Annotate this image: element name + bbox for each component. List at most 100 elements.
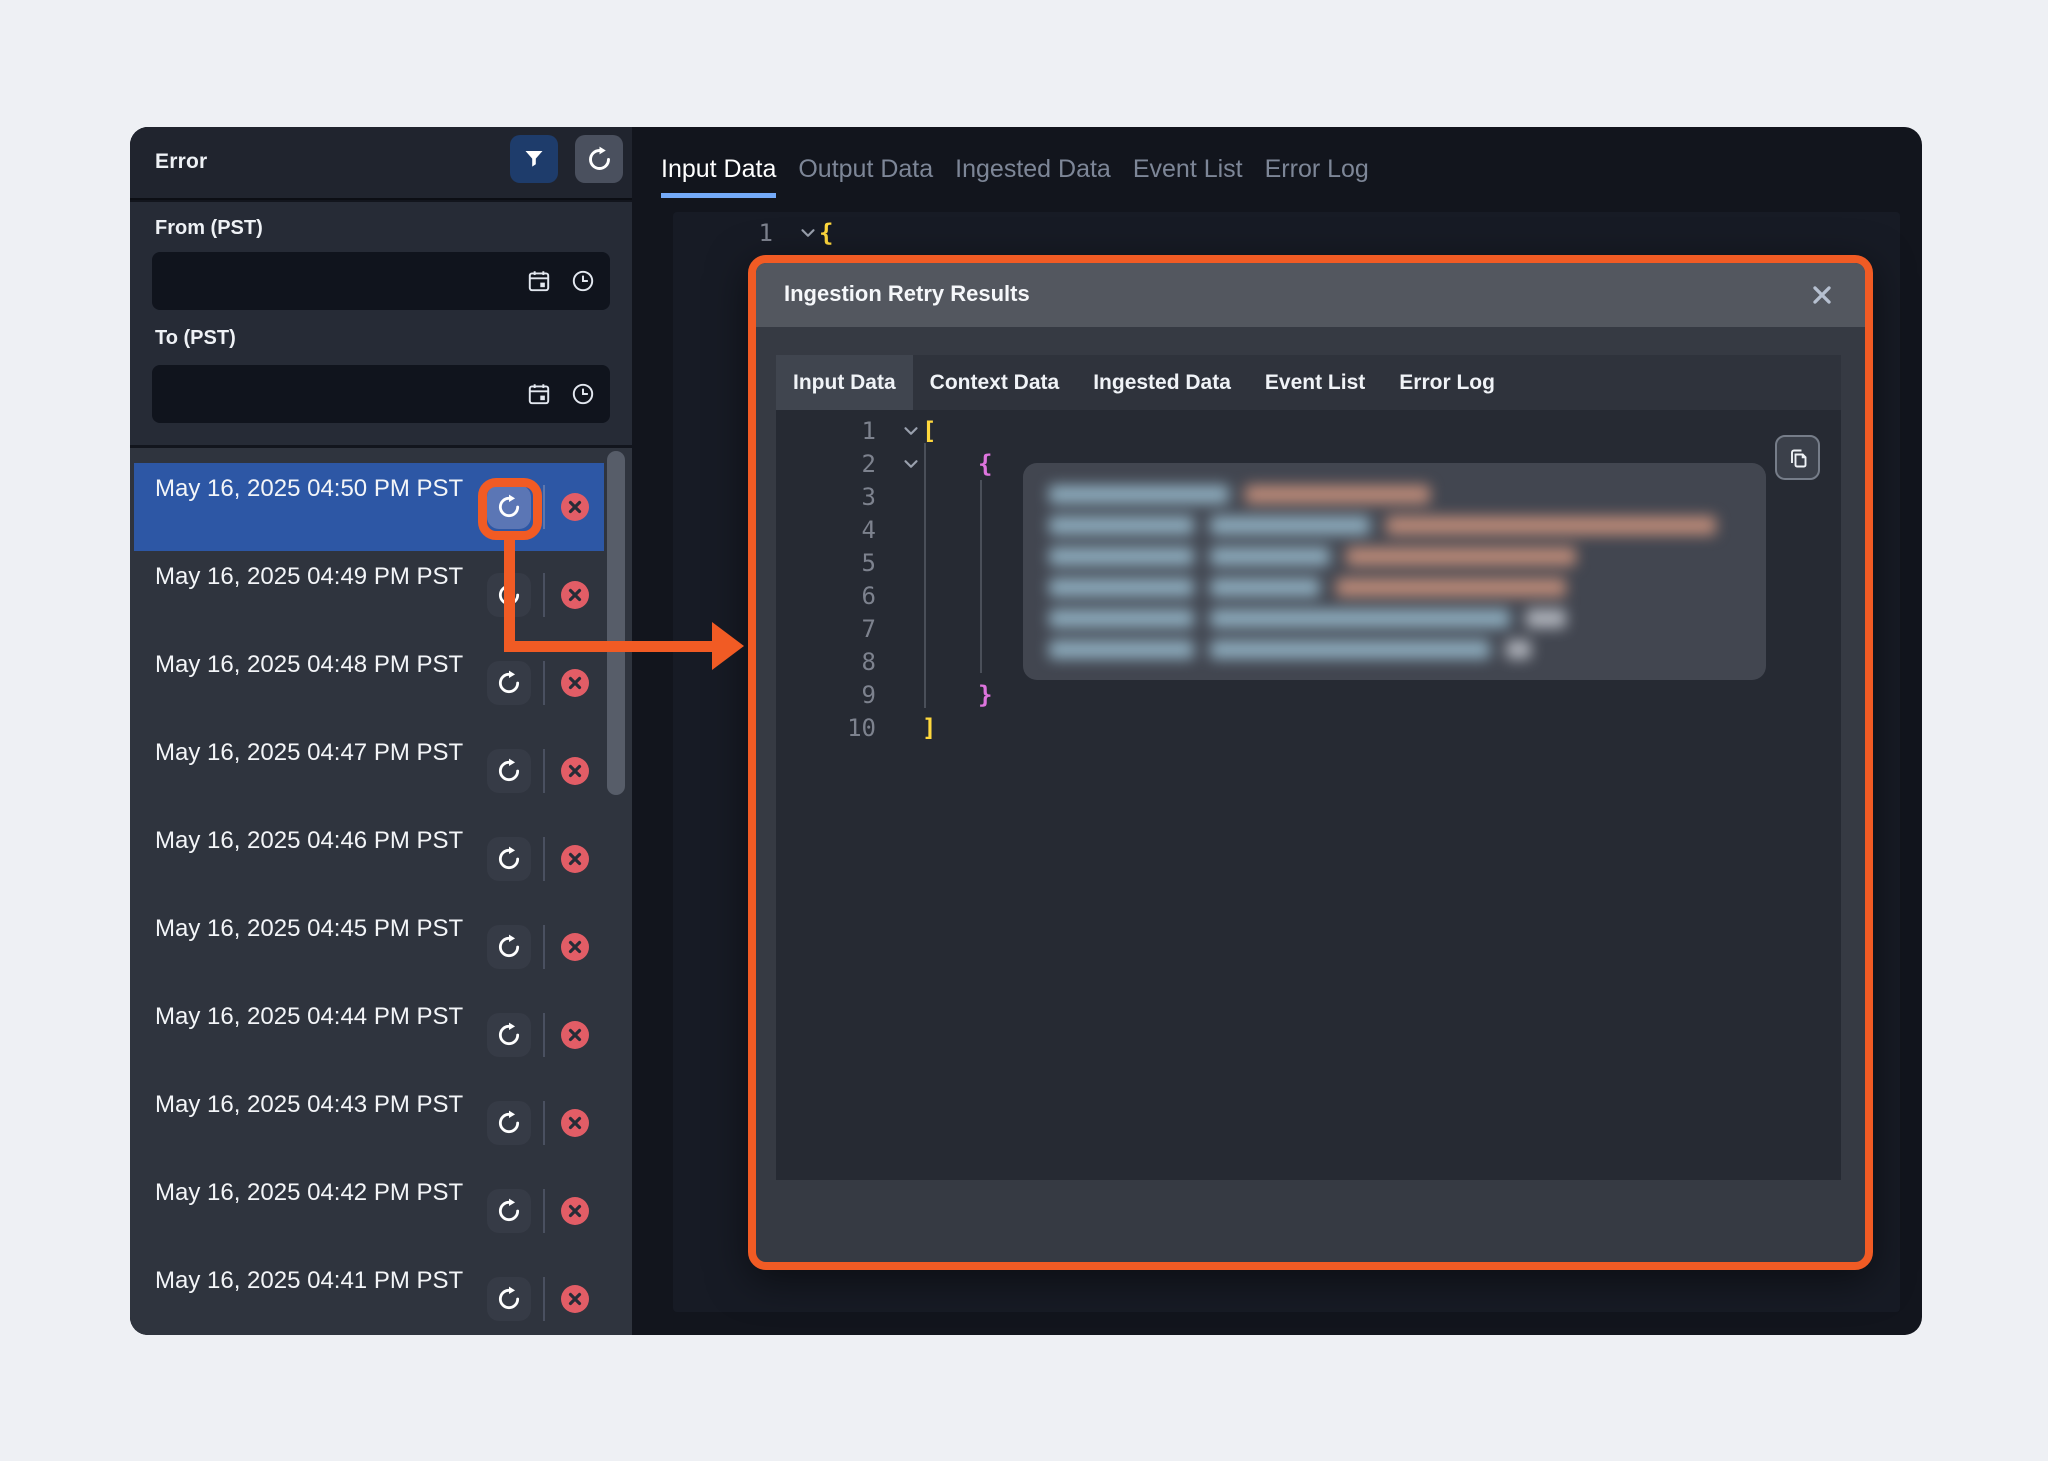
tab-input-data[interactable]: Input Data xyxy=(661,155,776,198)
line-number: 9 xyxy=(776,681,876,709)
chevron-down-icon[interactable] xyxy=(773,222,819,244)
button-separator xyxy=(543,1277,545,1321)
modal-tab-error-log[interactable]: Error Log xyxy=(1382,355,1512,410)
delete-button[interactable] xyxy=(561,933,589,961)
modal-tab-event-list[interactable]: Event List xyxy=(1248,355,1382,410)
delete-button[interactable] xyxy=(561,845,589,873)
copy-button[interactable] xyxy=(1775,435,1820,480)
timeline-item[interactable]: May 16, 2025 04:41 PM PST xyxy=(134,1255,604,1335)
tab-error-log[interactable]: Error Log xyxy=(1265,155,1369,198)
retry-button[interactable] xyxy=(487,837,531,881)
button-separator xyxy=(543,1013,545,1057)
timeline-item-timestamp: May 16, 2025 04:49 PM PST xyxy=(155,561,465,593)
timeline-item[interactable]: May 16, 2025 04:43 PM PST xyxy=(134,1079,604,1167)
timeline-item[interactable]: May 16, 2025 04:46 PM PST xyxy=(134,815,604,903)
line-number: 7 xyxy=(776,615,876,643)
redacted-text-bar xyxy=(1245,485,1430,504)
line-number: 8 xyxy=(776,648,876,676)
indent-guide xyxy=(980,480,982,673)
redacted-text-bar xyxy=(1210,578,1320,597)
date-filter-section: From (PST) xyxy=(130,202,632,445)
timeline-item[interactable]: May 16, 2025 04:42 PM PST xyxy=(134,1167,604,1255)
delete-button[interactable] xyxy=(561,1285,589,1313)
screenshot-canvas: Error From (PST) xyxy=(0,0,2048,1461)
chevron-down-icon[interactable] xyxy=(876,420,922,442)
timeline-item-timestamp: May 16, 2025 04:42 PM PST xyxy=(155,1177,465,1209)
redacted-line xyxy=(1049,640,1740,659)
delete-button[interactable] xyxy=(561,493,589,521)
modal-header: Ingestion Retry Results xyxy=(756,263,1865,327)
redacted-text-bar xyxy=(1049,485,1229,504)
delete-button[interactable] xyxy=(561,581,589,609)
sidebar-scrollbar-thumb[interactable] xyxy=(607,451,625,795)
retry-button[interactable] xyxy=(487,1013,531,1057)
line-number: 2 xyxy=(776,450,876,478)
main-tab-bar: Input Data Output Data Ingested Data Event … xyxy=(661,155,1369,198)
retry-icon xyxy=(496,846,522,872)
tab-output-data[interactable]: Output Data xyxy=(798,155,933,198)
code-line-1: 1[ xyxy=(776,414,1841,447)
filter-funnel-icon xyxy=(522,147,546,171)
x-circle-icon xyxy=(568,1028,582,1042)
timeline-item[interactable]: May 16, 2025 04:48 PM PST xyxy=(134,639,604,727)
modal-tab-context-data[interactable]: Context Data xyxy=(913,355,1077,410)
timeline-item-timestamp: May 16, 2025 04:47 PM PST xyxy=(155,737,465,769)
modal-close-button[interactable] xyxy=(1807,280,1837,310)
redacted-lines xyxy=(1049,485,1740,659)
redacted-content-block xyxy=(1023,463,1766,680)
retry-button[interactable] xyxy=(487,1277,531,1321)
timeline-item[interactable]: May 16, 2025 04:45 PM PST xyxy=(134,903,604,991)
modal-tab-input-data[interactable]: Input Data xyxy=(776,355,913,410)
retry-button[interactable] xyxy=(487,749,531,793)
from-label: From (PST) xyxy=(155,217,263,240)
close-icon xyxy=(1809,282,1835,308)
filter-button[interactable] xyxy=(510,135,558,183)
retry-button[interactable] xyxy=(487,661,531,705)
delete-button[interactable] xyxy=(561,1109,589,1137)
clock-icon[interactable] xyxy=(570,381,596,407)
redacted-line xyxy=(1049,485,1740,504)
to-label: To (PST) xyxy=(155,327,236,350)
delete-button[interactable] xyxy=(561,1197,589,1225)
retry-icon xyxy=(496,1198,522,1224)
code-line-9: 9} xyxy=(776,678,1841,711)
redacted-line xyxy=(1049,547,1740,566)
redacted-text-bar xyxy=(1210,609,1510,628)
modal-tab-ingested-data[interactable]: Ingested Data xyxy=(1076,355,1248,410)
delete-button[interactable] xyxy=(561,1021,589,1049)
retry-icon xyxy=(496,1110,522,1136)
annotation-arrow-head xyxy=(712,622,744,670)
delete-button[interactable] xyxy=(561,669,589,697)
timeline-item[interactable]: May 16, 2025 04:44 PM PST xyxy=(134,991,604,1079)
timeline-item[interactable]: May 16, 2025 04:47 PM PST xyxy=(134,727,604,815)
calendar-icon[interactable] xyxy=(526,268,552,294)
sidebar-title: Error xyxy=(155,150,207,174)
tab-event-list[interactable]: Event List xyxy=(1133,155,1243,198)
calendar-icon[interactable] xyxy=(526,381,552,407)
tab-ingested-data[interactable]: Ingested Data xyxy=(955,155,1111,198)
line-number: 1 xyxy=(673,219,773,247)
delete-button[interactable] xyxy=(561,757,589,785)
code-token: { xyxy=(978,450,992,478)
button-separator xyxy=(543,837,545,881)
clock-icon[interactable] xyxy=(570,268,596,294)
x-circle-icon xyxy=(568,1204,582,1218)
annotation-highlight-ring xyxy=(478,478,542,540)
timeline-item[interactable]: May 16, 2025 04:49 PM PST xyxy=(134,551,604,639)
timeline-item-timestamp: May 16, 2025 04:43 PM PST xyxy=(155,1089,465,1121)
redacted-text-bar xyxy=(1049,609,1194,628)
timeline-item-timestamp: May 16, 2025 04:48 PM PST xyxy=(155,649,465,681)
chevron-down-icon[interactable] xyxy=(876,453,922,475)
redacted-text-bar xyxy=(1210,547,1330,566)
x-circle-icon xyxy=(568,676,582,690)
retry-button[interactable] xyxy=(487,1189,531,1233)
retry-button[interactable] xyxy=(487,925,531,969)
annotation-arrow-line xyxy=(504,641,716,652)
timeline-list: May 16, 2025 04:50 PM PST May 16, 2025 0… xyxy=(130,448,632,1335)
redacted-text-bar xyxy=(1210,640,1490,659)
refresh-list-button[interactable] xyxy=(575,135,623,183)
retry-button[interactable] xyxy=(487,1101,531,1145)
main-editor-lines: 1{ xyxy=(673,216,1900,249)
code-token: { xyxy=(819,219,833,247)
modal-code-editor: 1[2{3456789}10] xyxy=(776,410,1841,1180)
